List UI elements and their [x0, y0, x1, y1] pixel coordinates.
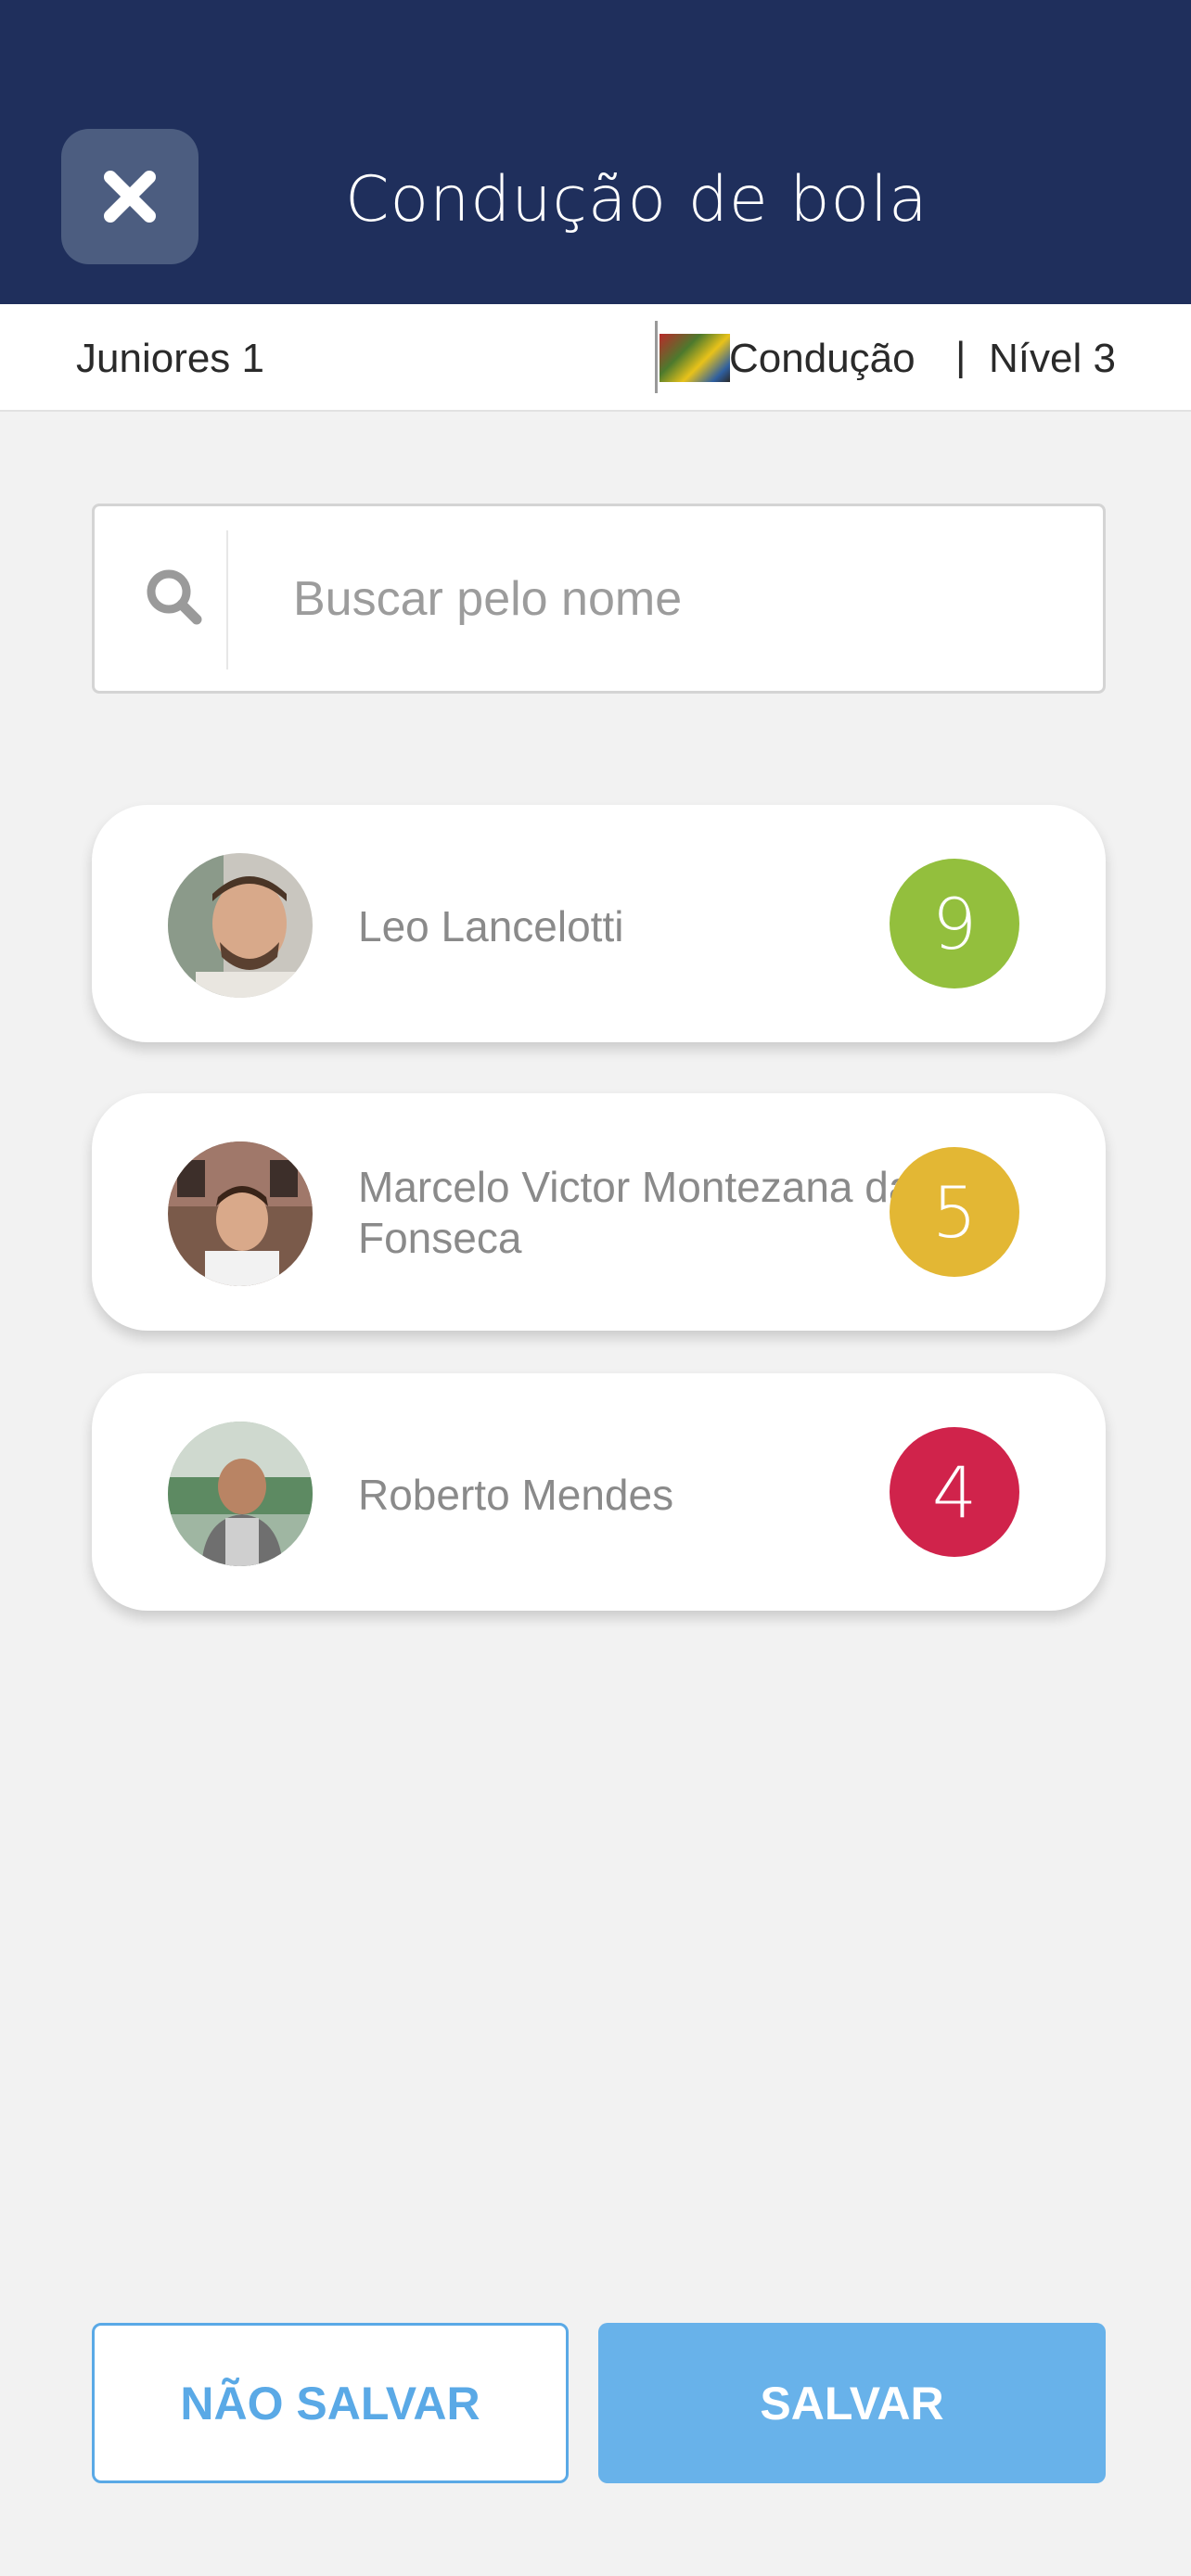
score-badge: 5 — [890, 1147, 1019, 1277]
search-box — [92, 504, 1106, 694]
search-input[interactable] — [293, 562, 1072, 636]
class-info-bar: Juniores 1 Condução | Nível 3 — [0, 304, 1191, 412]
player-name: Roberto Mendes — [358, 1471, 674, 1519]
player-card[interactable]: Marcelo Victor Montezana da Fonseca 5 — [92, 1093, 1106, 1331]
header-bar: Condução de bola — [0, 0, 1191, 304]
score-badge: 4 — [890, 1427, 1019, 1557]
avatar — [168, 1141, 313, 1286]
player-card[interactable]: Roberto Mendes 4 — [92, 1373, 1106, 1611]
save-button[interactable]: SALVAR — [598, 2323, 1106, 2483]
close-icon — [104, 171, 156, 223]
info-separator: | — [955, 334, 967, 379]
app-screen: Condução de bola Juniores 1 Condução | N… — [0, 0, 1191, 2576]
avatar — [168, 1422, 313, 1566]
score-badge: 9 — [890, 859, 1019, 988]
search-icon — [139, 562, 213, 636]
avatar — [168, 853, 313, 998]
skill-name: Condução — [729, 336, 916, 381]
page-title: Condução de bola — [345, 163, 928, 236]
team-name: Juniores 1 — [76, 336, 265, 381]
close-button[interactable] — [61, 129, 198, 264]
level-label: Nível 3 — [989, 336, 1116, 381]
player-card[interactable]: Leo Lancelotti 9 — [92, 805, 1106, 1042]
search-divider — [226, 530, 228, 670]
player-name: Marcelo Victor Montezana da Fonseca — [358, 1163, 913, 1262]
skill-thumbnail — [655, 321, 730, 393]
dont-save-button[interactable]: NÃO SALVAR — [92, 2323, 569, 2483]
player-name: Leo Lancelotti — [358, 902, 624, 950]
